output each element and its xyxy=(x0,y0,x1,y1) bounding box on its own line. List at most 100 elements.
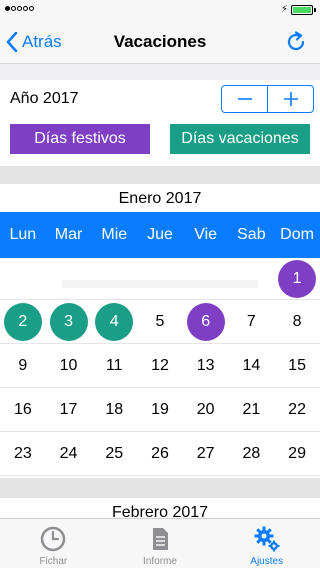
section-separator xyxy=(0,166,320,184)
vacacion-day-marker: 2 xyxy=(3,302,42,341)
calendar-day[interactable]: 16 xyxy=(0,388,46,431)
section-separator xyxy=(0,64,320,80)
tab-label: Ajustes xyxy=(250,556,284,567)
mode-buttons-row: Días festivos Días vacaciones xyxy=(0,118,320,166)
year-stepper xyxy=(221,85,314,113)
calendar-day[interactable]: 4 xyxy=(91,300,137,343)
day-number: 22 xyxy=(288,400,306,418)
day-number: 15 xyxy=(288,356,306,374)
document-icon xyxy=(153,528,168,550)
weekday-label: Mar xyxy=(54,226,83,243)
day-number: 19 xyxy=(151,400,169,418)
calendar-day[interactable]: 28 xyxy=(229,432,275,475)
calendar-day[interactable]: 10 xyxy=(46,344,92,387)
day-number: 11 xyxy=(105,356,123,374)
status-bar: ⚡ xyxy=(0,0,320,20)
calendar-day[interactable]: 26 xyxy=(137,432,183,475)
calendar-day[interactable]: 20 xyxy=(183,388,229,431)
tab-informe[interactable]: Informe xyxy=(107,519,214,568)
calendar-week-row: 16 17 18 19 20 21 22 xyxy=(0,388,320,432)
calendar-day[interactable]: 9 xyxy=(0,344,46,387)
day-number: 28 xyxy=(242,444,261,462)
calendar-day[interactable]: 6 xyxy=(183,300,229,343)
calendar-day-empty xyxy=(46,258,92,299)
calendar-day[interactable]: 15 xyxy=(274,344,320,387)
calendar-day[interactable]: 8 xyxy=(274,300,320,343)
day-number: 29 xyxy=(288,444,306,462)
day-number: 16 xyxy=(13,400,32,418)
section-separator xyxy=(0,478,320,498)
calendar-day[interactable]: 11 xyxy=(91,344,137,387)
minus-icon xyxy=(237,98,252,100)
calendar-day-empty xyxy=(229,258,275,299)
calendar-day[interactable]: 3 xyxy=(46,300,92,343)
calendar-day[interactable]: 24 xyxy=(46,432,92,475)
calendar-day[interactable]: 29 xyxy=(274,432,320,475)
weekday-label: Jue xyxy=(147,226,173,243)
calendar-week-row: 1 xyxy=(0,258,320,300)
navigation-bar: Atrás Vacaciones xyxy=(0,20,320,64)
year-row: Año 2017 xyxy=(0,80,320,118)
battery-icon xyxy=(291,5,313,15)
signal-strength-icon xyxy=(5,6,34,11)
day-number: 23 xyxy=(13,444,32,462)
calendar-day[interactable]: 23 xyxy=(0,432,46,475)
day-number: 9 xyxy=(18,356,28,374)
gears-icon xyxy=(254,526,280,552)
calendar-day[interactable]: 27 xyxy=(183,432,229,475)
calendar-day[interactable]: 13 xyxy=(183,344,229,387)
tab-bar: Fichar Informe Ajustes xyxy=(0,518,320,568)
calendar-day[interactable]: 22 xyxy=(274,388,320,431)
day-number: 24 xyxy=(59,444,78,462)
vacaciones-button[interactable]: Días vacaciones xyxy=(170,124,310,154)
calendar-grid: 1 2 3 4 5 6 7 8 9 10 11 12 13 14 15 16 17 18 19 20 21 22 23 24 2… xyxy=(0,258,320,476)
calendar-day-empty xyxy=(0,258,46,299)
tab-label: Fichar xyxy=(39,556,68,567)
plus-icon xyxy=(283,92,298,106)
calendar-week-row: 9 10 11 12 13 14 15 xyxy=(0,344,320,388)
day-number: 7 xyxy=(246,312,256,330)
weekday-label: Sab xyxy=(237,226,266,243)
day-number: 13 xyxy=(196,356,215,374)
month-title: Enero 2017 xyxy=(0,184,320,212)
day-number: 17 xyxy=(59,400,78,418)
calendar-day[interactable]: 25 xyxy=(91,432,137,475)
back-label: Atrás xyxy=(22,32,62,51)
calendar-day[interactable]: 12 xyxy=(137,344,183,387)
year-label: Año 2017 xyxy=(10,90,79,107)
day-number: 10 xyxy=(59,356,78,374)
tab-fichar[interactable]: Fichar xyxy=(0,519,107,568)
vacacion-day-marker: 3 xyxy=(49,302,88,341)
day-number: 27 xyxy=(196,444,215,462)
increment-button[interactable] xyxy=(268,86,313,112)
tab-ajustes[interactable]: Ajustes xyxy=(213,519,320,568)
calendar-day[interactable]: 18 xyxy=(91,388,137,431)
calendar-day[interactable]: 5 xyxy=(137,300,183,343)
vacacion-day-marker: 4 xyxy=(95,302,134,341)
calendar-day[interactable]: 21 xyxy=(229,388,275,431)
calendar-day[interactable]: 1 xyxy=(274,258,320,299)
calendar-day-empty xyxy=(91,258,137,299)
weekday-label: Dom xyxy=(280,226,314,243)
day-number: 8 xyxy=(292,312,302,330)
chevron-left-icon xyxy=(6,32,18,52)
day-number: 5 xyxy=(155,312,165,330)
festivo-day-marker: 1 xyxy=(278,259,317,298)
calendar-week-row: 234 5 6 7 8 xyxy=(0,300,320,344)
day-number: 20 xyxy=(196,400,215,418)
day-number: 12 xyxy=(151,356,169,374)
calendar-day[interactable]: 17 xyxy=(46,388,92,431)
calendar-day[interactable]: 19 xyxy=(137,388,183,431)
refresh-icon[interactable] xyxy=(284,30,308,54)
decrement-button[interactable] xyxy=(222,86,267,112)
calendar-day[interactable]: 14 xyxy=(229,344,275,387)
day-number: 18 xyxy=(105,400,124,418)
festivo-day-marker: 6 xyxy=(186,302,225,341)
calendar-day-empty xyxy=(183,258,229,299)
calendar-day[interactable]: 2 xyxy=(0,300,46,343)
back-button[interactable]: Atrás xyxy=(6,20,62,64)
weekday-header: Lun Mar Mie Jue Vie Sab Dom xyxy=(0,212,320,258)
day-number: 14 xyxy=(242,356,261,374)
calendar-day[interactable]: 7 xyxy=(229,300,275,343)
festivos-button[interactable]: Días festivos xyxy=(10,124,150,154)
